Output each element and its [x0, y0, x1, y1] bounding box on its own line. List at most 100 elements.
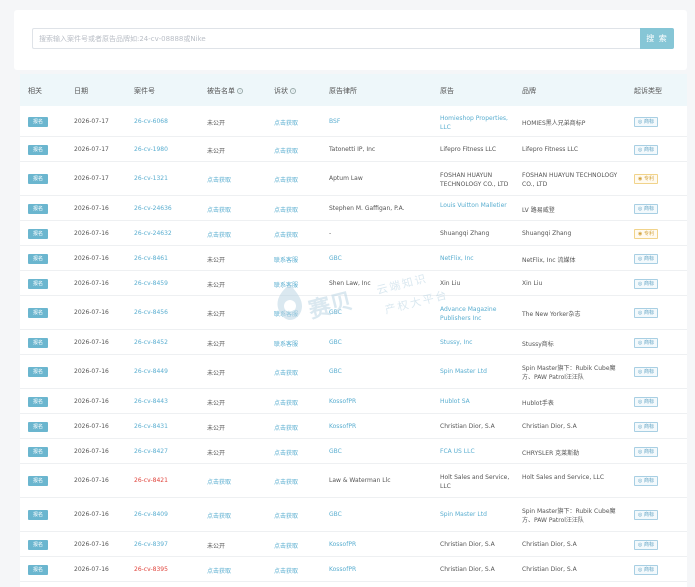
case-type-trademark-badge: ◎ 商标	[634, 510, 658, 520]
brand-cell: LV 路易威登	[522, 207, 555, 214]
complaint-link[interactable]: 联系客服	[274, 339, 298, 348]
plaintiff-firm-cell[interactable]: GBC	[329, 255, 342, 262]
signup-button[interactable]: 报名	[28, 565, 48, 575]
case-type-label: 商标	[643, 449, 654, 455]
plaintiff-firm-cell[interactable]: GBC	[329, 448, 342, 455]
table-row: 报名 2026-07-16 26-cv-8395 点击获取 点击获取 KossofPR Ch…	[20, 557, 687, 582]
complaint-link[interactable]: 点击获取	[274, 423, 298, 432]
signup-button[interactable]: 报名	[28, 279, 48, 289]
case-number-link[interactable]: 26-cv-24636	[134, 205, 172, 212]
case-type-trademark-badge: ◎ 商标	[634, 565, 658, 575]
signup-button[interactable]: 报名	[28, 308, 48, 318]
complaint-link[interactable]: 点击获取	[274, 511, 298, 520]
defendant-list-cell[interactable]: 点击获取	[207, 511, 231, 520]
signup-button[interactable]: 报名	[28, 229, 48, 239]
complaint-link[interactable]: 点击获取	[274, 541, 298, 550]
defendant-list-cell: 未公开	[207, 257, 226, 264]
info-icon[interactable]: i	[237, 88, 243, 94]
signup-button[interactable]: 报名	[28, 422, 48, 432]
signup-button[interactable]: 报名	[28, 540, 48, 550]
signup-button[interactable]: 报名	[28, 145, 48, 155]
plaintiff-cell[interactable]: Spin Master Ltd	[440, 368, 487, 375]
case-number-link[interactable]: 26-cv-8421	[134, 477, 168, 484]
complaint-link[interactable]: 点击获取	[274, 118, 298, 127]
plaintiff-firm-cell[interactable]: KossofPR	[329, 566, 356, 573]
complaint-link[interactable]: 点击获取	[274, 398, 298, 407]
signup-button[interactable]: 报名	[28, 447, 48, 457]
plaintiff-cell: Christian Dior, S.A	[440, 566, 495, 573]
case-number-link[interactable]: 26-cv-8449	[134, 368, 168, 375]
date-cell: 2026-07-16	[74, 448, 109, 455]
table-row: 报名 2026-07-16 26-cv-8449 未公开 点击获取 GBC Spin Mas…	[20, 355, 687, 389]
date-cell: 2026-07-16	[74, 368, 109, 375]
plaintiff-cell[interactable]: Stussy, Inc	[440, 339, 472, 346]
signup-button[interactable]: 报名	[28, 510, 48, 520]
signup-button[interactable]: 报名	[28, 367, 48, 377]
plaintiff-cell[interactable]: NetFlix, Inc	[440, 255, 474, 262]
signup-button[interactable]: 报名	[28, 397, 48, 407]
case-number-link[interactable]: 26-cv-8452	[134, 339, 168, 346]
plaintiff-cell[interactable]: Spin Master Ltd	[440, 511, 487, 518]
plaintiff-cell[interactable]: Louis Vuitton Malletier	[440, 201, 510, 210]
brand-cell: Spin Master旗下：Rubik Cube魔方、PAW Patrol汪汪队	[522, 508, 616, 524]
defendant-list-cell[interactable]: 点击获取	[207, 566, 231, 575]
complaint-link[interactable]: 点击获取	[274, 566, 298, 575]
plaintiff-cell[interactable]: Hublot SA	[440, 398, 470, 405]
search-input[interactable]	[32, 28, 640, 49]
plaintiff-cell[interactable]: FCA US LLC	[440, 448, 475, 455]
defendant-list-cell[interactable]: 点击获取	[207, 175, 231, 184]
case-type-label: 商标	[643, 147, 654, 153]
case-number-link[interactable]: 26-cv-1980	[134, 146, 168, 153]
complaint-link[interactable]: 点击获取	[274, 477, 298, 486]
complaint-link[interactable]: 点击获取	[274, 205, 298, 214]
plaintiff-cell: Holt Sales and Service, LLC	[440, 474, 510, 490]
table-row: 报名 2026-07-16 26-cv-8431 未公开 点击获取 KossofPR Chr…	[20, 414, 687, 439]
defendant-list-cell[interactable]: 点击获取	[207, 477, 231, 486]
plaintiff-firm-cell[interactable]: BSF	[329, 118, 340, 125]
signup-button[interactable]: 报名	[28, 338, 48, 348]
plaintiff-firm-cell[interactable]: GBC	[329, 368, 342, 375]
complaint-link[interactable]: 点击获取	[274, 230, 298, 239]
plaintiff-firm-cell[interactable]: GBC	[329, 511, 342, 518]
complaint-link[interactable]: 点击获取	[274, 448, 298, 457]
case-number-link[interactable]: 26-cv-24632	[134, 230, 172, 237]
signup-button[interactable]: 报名	[28, 254, 48, 264]
plaintiff-cell[interactable]: Advance Magazine Publishers Inc	[440, 305, 510, 323]
defendant-list-cell[interactable]: 点击获取	[207, 230, 231, 239]
case-type-label: 商标	[643, 281, 654, 287]
defendant-list-cell[interactable]: 点击获取	[207, 205, 231, 214]
complaint-link[interactable]: 联系客服	[274, 280, 298, 289]
case-number-link[interactable]: 26-cv-8427	[134, 448, 168, 455]
complaint-link[interactable]: 联系客服	[274, 309, 298, 318]
plaintiff-firm-cell[interactable]: KossofPR	[329, 398, 356, 405]
signup-button[interactable]: 报名	[28, 174, 48, 184]
case-number-link[interactable]: 26-cv-1321	[134, 175, 168, 182]
case-number-link[interactable]: 26-cv-8461	[134, 255, 168, 262]
signup-button[interactable]: 报名	[28, 117, 48, 127]
complaint-link[interactable]: 联系客服	[274, 255, 298, 264]
plaintiff-cell[interactable]: Homieshop Properties, LLC	[440, 114, 510, 132]
case-number-link[interactable]: 26-cv-6068	[134, 118, 168, 125]
plaintiff-firm-cell[interactable]: KossofPR	[329, 423, 356, 430]
case-number-link[interactable]: 26-cv-8395	[134, 566, 168, 573]
complaint-link[interactable]: 点击获取	[274, 175, 298, 184]
complaint-link[interactable]: 点击获取	[274, 146, 298, 155]
plaintiff-firm-cell[interactable]: GBC	[329, 339, 342, 346]
case-number-link[interactable]: 26-cv-8459	[134, 280, 168, 287]
case-type-trademark-badge: ◎ 商标	[634, 117, 658, 127]
plaintiff-firm-cell[interactable]: KossofPR	[329, 541, 356, 548]
case-number-link[interactable]: 26-cv-8397	[134, 541, 168, 548]
case-number-link[interactable]: 26-cv-8456	[134, 309, 168, 316]
case-type-trademark-badge: ◎ 商标	[634, 422, 658, 432]
case-number-link[interactable]: 26-cv-8431	[134, 423, 168, 430]
signup-button[interactable]: 报名	[28, 476, 48, 486]
case-number-link[interactable]: 26-cv-8443	[134, 398, 168, 405]
plaintiff-firm-cell[interactable]: GBC	[329, 309, 342, 316]
complaint-link[interactable]: 点击获取	[274, 368, 298, 377]
brand-cell: Christian Dior, S.A	[522, 566, 577, 573]
info-icon[interactable]: i	[290, 88, 296, 94]
search-button[interactable]: 搜 索	[640, 28, 674, 49]
signup-button[interactable]: 报名	[28, 204, 48, 214]
defendant-list-cell: 未公开	[207, 425, 226, 432]
case-number-link[interactable]: 26-cv-8409	[134, 511, 168, 518]
